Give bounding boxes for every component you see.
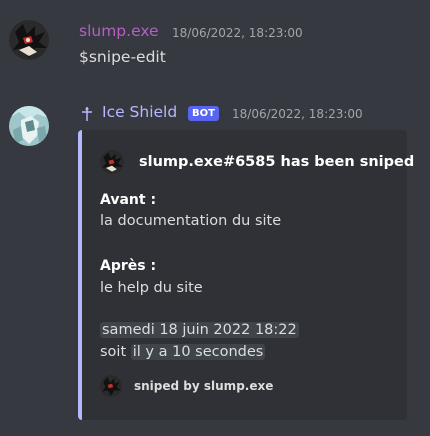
field-after-label: Après : <box>100 258 157 274</box>
field-before-label: Avant : <box>100 192 157 208</box>
username-ice-shield[interactable]: Ice Shield <box>102 103 177 121</box>
message-timestamp: 18/06/2022, 18:23:00 <box>172 26 303 40</box>
slump-avatar[interactable] <box>9 20 49 60</box>
field-before-value: la documentation du site <box>100 213 282 229</box>
message-content: $snipe-edit <box>79 48 166 66</box>
relative-timestamp-chip[interactable]: il y a 10 secondes <box>130 344 266 360</box>
date-line: samedi 18 juin 2022 18:22 <box>100 322 299 338</box>
date-timestamp-chip[interactable]: samedi 18 juin 2022 18:22 <box>100 322 299 338</box>
shadow-avatar-icon <box>100 150 124 174</box>
embed-author-avatar[interactable] <box>100 150 124 174</box>
footer-avatar <box>100 375 122 397</box>
relative-line: soit il y a 10 secondes <box>100 344 266 360</box>
embed-footer-text: sniped by slump.exe <box>134 379 274 393</box>
relative-prefix: soit <box>100 344 127 360</box>
shadow-avatar-icon <box>9 20 49 60</box>
snipe-embed: slump.exe#6585 has been sniped Avant : l… <box>78 130 414 420</box>
ice-shield-avatar-icon <box>9 106 49 146</box>
sword-icon <box>82 107 92 121</box>
message-timestamp: 18/06/2022, 18:23:00 <box>232 107 363 121</box>
ice-shield-avatar[interactable] <box>9 106 49 146</box>
embed-author-name[interactable]: slump.exe#6585 has been sniped <box>139 154 414 170</box>
bot-badge: BOT <box>188 106 219 121</box>
field-after-value: le help du site <box>100 280 203 296</box>
username-slump[interactable]: slump.exe <box>79 22 159 40</box>
shadow-avatar-icon <box>100 375 122 397</box>
